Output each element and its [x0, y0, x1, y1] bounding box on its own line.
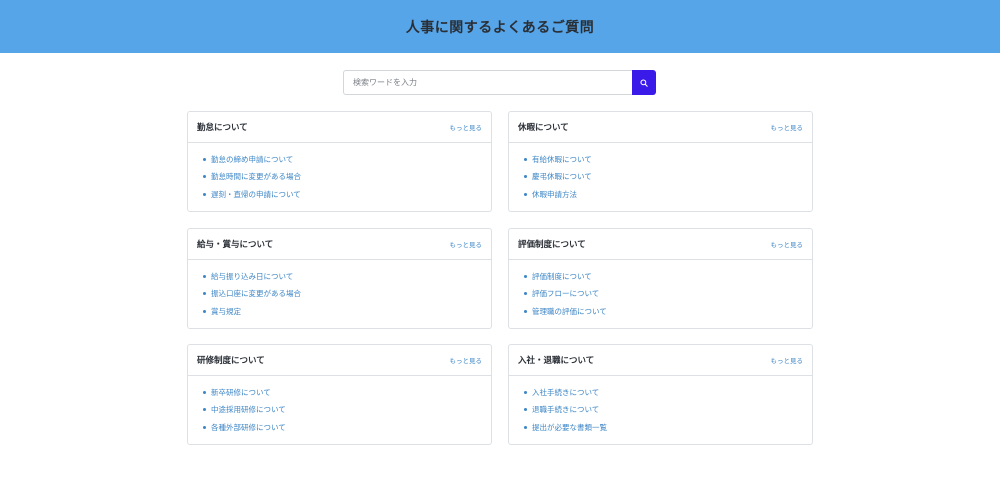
question-link[interactable]: 各種外部研修について: [211, 423, 286, 432]
list-item: 新卒研修について: [203, 387, 491, 404]
question-link[interactable]: 中途採用研修について: [211, 405, 286, 414]
list-item: 遅刻・直帰の申請について: [203, 189, 491, 206]
card-title: 給与・賞与について: [197, 240, 274, 250]
faq-card-training: 研修制度について もっと見る 新卒研修について 中途採用研修について 各種外部研…: [187, 344, 492, 445]
card-header: 入社・退職について もっと見る: [509, 345, 812, 376]
question-link[interactable]: 振込口座に変更がある場合: [211, 289, 301, 298]
card-body: 勤怠の締め申請について 勤怠時間に変更がある場合 遅刻・直帰の申請について: [188, 143, 491, 206]
search-input[interactable]: [343, 70, 632, 95]
list-item: 退職手続きについて: [524, 404, 812, 421]
question-link[interactable]: 休暇申請方法: [532, 190, 577, 199]
more-link[interactable]: もっと見る: [450, 355, 483, 365]
question-link[interactable]: 勤怠時間に変更がある場合: [211, 172, 301, 181]
search-button[interactable]: [632, 70, 656, 95]
question-list: 勤怠の締め申請について 勤怠時間に変更がある場合 遅刻・直帰の申請について: [203, 154, 491, 206]
card-header: 勤怠について もっと見る: [188, 112, 491, 143]
list-item: 中途採用研修について: [203, 404, 491, 421]
question-list: 評価制度について 評価フローについて 管理職の評価について: [524, 271, 812, 323]
question-list: 給与振り込み日について 振込口座に変更がある場合 賞与規定: [203, 271, 491, 323]
card-title: 研修制度について: [197, 356, 265, 366]
list-item: 管理職の評価について: [524, 306, 812, 323]
list-item: 勤怠時間に変更がある場合: [203, 171, 491, 188]
search-icon: [640, 78, 648, 87]
page-header: 人事に関するよくあるご質問: [0, 0, 1000, 53]
question-link[interactable]: 提出が必要な書類一覧: [532, 423, 607, 432]
more-link[interactable]: もっと見る: [450, 122, 483, 132]
more-link[interactable]: もっと見る: [771, 355, 804, 365]
question-link[interactable]: 慶弔休暇について: [532, 172, 592, 181]
faq-card-leave: 休暇について もっと見る 有給休暇について 慶弔休暇について 休暇申請方法: [508, 111, 813, 212]
card-body: 新卒研修について 中途採用研修について 各種外部研修について: [188, 376, 491, 439]
search-bar: [343, 70, 656, 95]
question-link[interactable]: 管理職の評価について: [532, 307, 607, 316]
card-header: 休暇について もっと見る: [509, 112, 812, 143]
card-title: 勤怠について: [197, 123, 248, 133]
question-link[interactable]: 評価フローについて: [532, 289, 599, 298]
card-body: 評価制度について 評価フローについて 管理職の評価について: [509, 260, 812, 323]
card-title: 休暇について: [518, 123, 569, 133]
more-link[interactable]: もっと見る: [771, 239, 804, 249]
list-item: 勤怠の締め申請について: [203, 154, 491, 171]
question-link[interactable]: 遅刻・直帰の申請について: [211, 190, 301, 199]
faq-card-joining-leaving: 入社・退職について もっと見る 入社手続きについて 退職手続きについて 提出が必…: [508, 344, 813, 445]
list-item: 給与振り込み日について: [203, 271, 491, 288]
faq-card-evaluation: 評価制度について もっと見る 評価制度について 評価フローについて 管理職の評価…: [508, 228, 813, 329]
card-body: 給与振り込み日について 振込口座に変更がある場合 賞与規定: [188, 260, 491, 323]
list-item: 休暇申請方法: [524, 189, 812, 206]
list-item: 慶弔休暇について: [524, 171, 812, 188]
card-body: 有給休暇について 慶弔休暇について 休暇申請方法: [509, 143, 812, 206]
question-list: 入社手続きについて 退職手続きについて 提出が必要な書類一覧: [524, 387, 812, 439]
list-item: 各種外部研修について: [203, 422, 491, 439]
card-header: 給与・賞与について もっと見る: [188, 229, 491, 260]
question-link[interactable]: 有給休暇について: [532, 155, 592, 164]
question-list: 有給休暇について 慶弔休暇について 休暇申請方法: [524, 154, 812, 206]
list-item: 賞与規定: [203, 306, 491, 323]
page-title: 人事に関するよくあるご質問: [405, 19, 595, 36]
question-link[interactable]: 入社手続きについて: [532, 388, 599, 397]
list-item: 有給休暇について: [524, 154, 812, 171]
question-link[interactable]: 勤怠の締め申請について: [211, 155, 293, 164]
question-link[interactable]: 評価制度について: [532, 272, 592, 281]
list-item: 振込口座に変更がある場合: [203, 288, 491, 305]
card-title: 評価制度について: [518, 240, 586, 250]
question-link[interactable]: 新卒研修について: [211, 388, 271, 397]
card-header: 研修制度について もっと見る: [188, 345, 491, 376]
question-link[interactable]: 賞与規定: [211, 307, 241, 316]
question-link[interactable]: 退職手続きについて: [532, 405, 599, 414]
list-item: 入社手続きについて: [524, 387, 812, 404]
more-link[interactable]: もっと見る: [771, 122, 804, 132]
question-list: 新卒研修について 中途採用研修について 各種外部研修について: [203, 387, 491, 439]
faq-card-attendance: 勤怠について もっと見る 勤怠の締め申請について 勤怠時間に変更がある場合 遅刻…: [187, 111, 492, 212]
card-title: 入社・退職について: [518, 356, 595, 366]
question-link[interactable]: 給与振り込み日について: [211, 272, 293, 281]
list-item: 評価フローについて: [524, 288, 812, 305]
more-link[interactable]: もっと見る: [450, 239, 483, 249]
card-body: 入社手続きについて 退職手続きについて 提出が必要な書類一覧: [509, 376, 812, 439]
card-header: 評価制度について もっと見る: [509, 229, 812, 260]
list-item: 評価制度について: [524, 271, 812, 288]
list-item: 提出が必要な書類一覧: [524, 422, 812, 439]
faq-card-salary: 給与・賞与について もっと見る 給与振り込み日について 振込口座に変更がある場合…: [187, 228, 492, 329]
